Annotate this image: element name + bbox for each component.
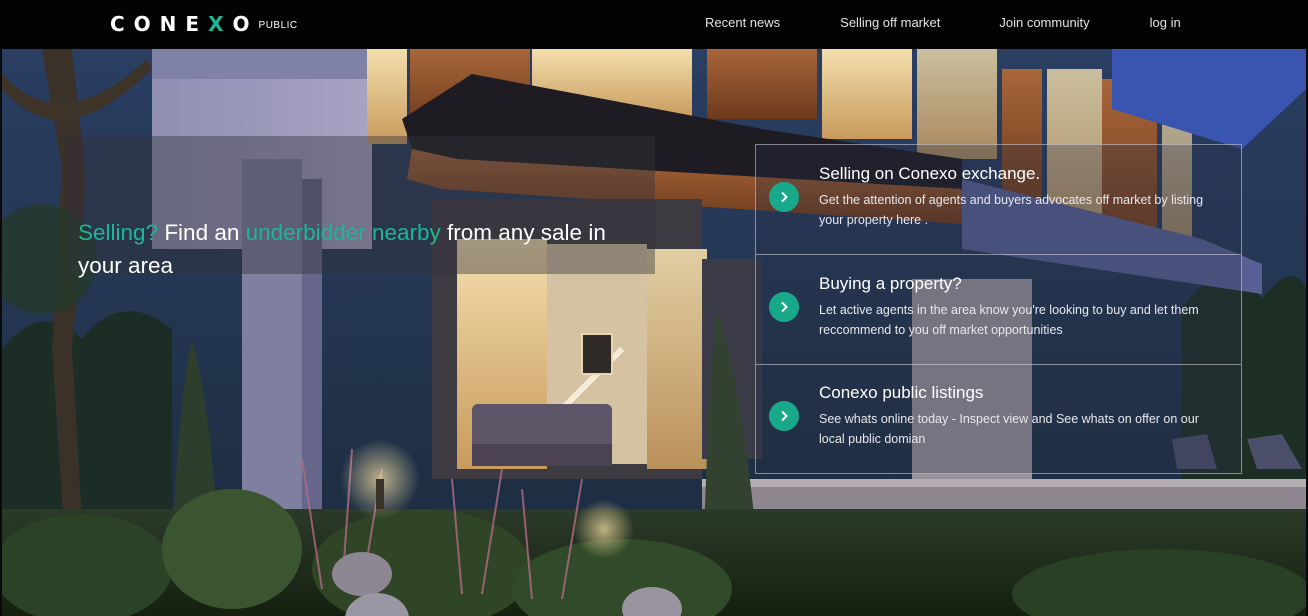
chevron-right-icon[interactable] xyxy=(769,182,799,212)
card-description: See whats online today - Inspect view an… xyxy=(819,412,1199,446)
headline-underbidder: underbidder nearby xyxy=(245,220,441,245)
card-title: Conexo public listings xyxy=(819,383,984,402)
nav-links: Recent news Selling off market Join comm… xyxy=(705,15,1181,30)
card-description: Let active agents in the area know you'r… xyxy=(819,303,1199,337)
top-navbar: CONE X O PUBLIC Recent news Selling off ma… xyxy=(0,0,1308,49)
card-description: Get the attention of agents and buyers a… xyxy=(819,193,1204,227)
logo-wordmark: CONE X O xyxy=(110,12,259,36)
logo-x-mark: X xyxy=(208,12,233,36)
logo-public-tag: PUBLIC xyxy=(258,20,298,31)
nav-link-selling-off-market[interactable]: Selling off market xyxy=(840,15,940,30)
nav-link-log-in[interactable]: log in xyxy=(1150,15,1181,30)
card-title: Selling on Conexo exchange. xyxy=(819,164,1041,183)
card-title: Buying a property? xyxy=(819,274,962,293)
card-selling-on-conexo[interactable]: Selling on Conexo exchange. Get the atte… xyxy=(756,145,1241,255)
logo-text-start: CONE xyxy=(110,12,209,36)
chevron-right-icon[interactable] xyxy=(769,292,799,322)
conexo-logo[interactable]: CONE X O PUBLIC xyxy=(110,12,298,36)
nav-link-recent-news[interactable]: Recent news xyxy=(705,15,780,30)
feature-cards: Selling on Conexo exchange. Get the atte… xyxy=(755,144,1242,474)
card-public-listings[interactable]: Conexo public listings See whats online … xyxy=(756,364,1241,473)
chevron-right-icon[interactable] xyxy=(769,401,799,431)
logo-text-end: O xyxy=(232,12,259,36)
hero-headline: Selling? Find an underbidder nearby from… xyxy=(78,216,638,282)
nav-link-join-community[interactable]: Join community xyxy=(999,15,1089,30)
headline-selling: Selling? xyxy=(78,220,159,245)
card-buying-property[interactable]: Buying a property? Let active agents in … xyxy=(756,255,1241,365)
headline-find-an: Find an xyxy=(158,220,246,245)
